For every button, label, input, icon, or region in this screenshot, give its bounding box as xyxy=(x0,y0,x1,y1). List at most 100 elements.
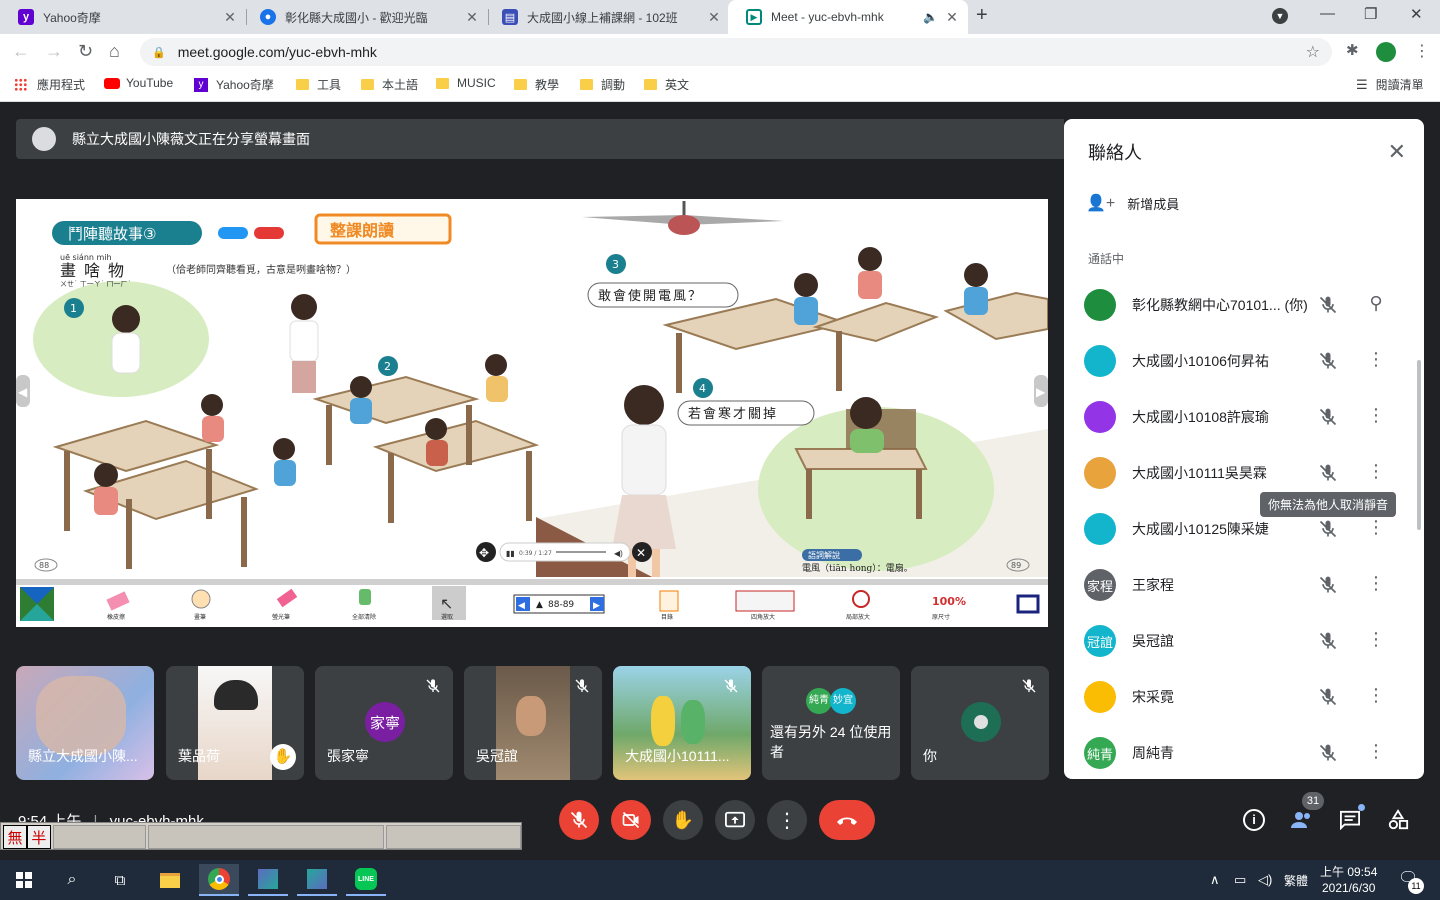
participant-tile[interactable]: 縣立大成國小陳... xyxy=(16,666,154,780)
participant-row[interactable]: 大成國小10106何昇祐 ⋮ xyxy=(1084,339,1404,383)
mic-off-icon[interactable] xyxy=(1318,631,1338,651)
back-icon[interactable]: ← xyxy=(12,41,30,62)
address-bar[interactable]: 🔒 meet.google.com/yuc-ebvh-mhk ☆ xyxy=(140,38,1332,66)
more-vert-icon[interactable]: ⋮ xyxy=(1366,349,1386,373)
mic-off-icon[interactable] xyxy=(1318,743,1338,763)
bookmark-folder-tools[interactable]: 工具 xyxy=(296,76,341,93)
home-icon[interactable]: ⌂ xyxy=(109,41,120,62)
more-vert-icon[interactable]: ⋮ xyxy=(1366,629,1386,653)
participant-name: 周純青 xyxy=(1132,745,1174,761)
participant-row[interactable]: 大成國小10111吳昊霖 ⋮ xyxy=(1084,451,1404,495)
close-tab-icon[interactable]: ✕ xyxy=(944,9,960,26)
input-language[interactable]: 繁體 xyxy=(1284,872,1308,889)
prompt-question: （佮老師同齊聽看覓，古意是咧畫啥物？） xyxy=(166,263,356,276)
raise-hand-button[interactable]: ✋ xyxy=(663,800,703,840)
new-tab-button[interactable]: + xyxy=(976,4,988,27)
participant-row[interactable]: 純青 周純青 ⋮ xyxy=(1084,731,1404,775)
file-explorer-icon[interactable] xyxy=(150,864,190,896)
app-icon[interactable] xyxy=(248,864,288,896)
profile-avatar[interactable] xyxy=(1376,42,1396,62)
ime-mode-key[interactable]: 無 xyxy=(3,825,27,849)
ime-width-key[interactable]: 半 xyxy=(26,825,51,849)
participant-row[interactable]: 大成國小10108許宸瑜 ⋮ xyxy=(1084,395,1404,439)
minimize-button[interactable]: — xyxy=(1320,5,1335,22)
ime-toolbar[interactable]: 無 半 xyxy=(0,822,522,850)
participant-row[interactable]: 宋采霓 ⋮ xyxy=(1084,675,1404,719)
close-tab-icon[interactable]: ✕ xyxy=(464,9,480,26)
more-vert-icon[interactable]: ⋮ xyxy=(1366,405,1386,429)
mic-off-icon[interactable] xyxy=(1318,575,1338,595)
more-participants-tile[interactable]: 純青 妙宜 還有另外 24 位使用者 xyxy=(762,666,900,780)
participant-avatar: 冠誼 xyxy=(1084,625,1116,657)
mic-off-icon[interactable] xyxy=(1318,519,1338,539)
extensions-icon[interactable]: ✱ xyxy=(1346,41,1359,59)
start-button[interactable] xyxy=(4,864,44,896)
bookmark-folder-transfer[interactable]: 調動 xyxy=(580,76,625,93)
tab-school-site[interactable]: ● 彰化縣大成國小 - 歡迎光臨 ✕ xyxy=(242,0,488,34)
browser-menu-icon[interactable]: ⋮ xyxy=(1414,41,1430,61)
bookmark-folder-english[interactable]: 英文 xyxy=(644,76,689,93)
more-vert-icon[interactable]: ⋮ xyxy=(1366,741,1386,765)
camera-toggle-button[interactable] xyxy=(611,800,651,840)
panel-scrollbar[interactable] xyxy=(1417,360,1421,530)
mic-off-icon[interactable] xyxy=(1318,407,1338,427)
pin-icon[interactable]: ⚲ xyxy=(1366,293,1386,317)
shared-screen[interactable]: 鬥陣聽故事③ 整課朗讀 uē siánn mih 畫啥物 ㄨㄝ˙ ㄒ一ㄚ˙ ㄇ一… xyxy=(16,199,1048,627)
people-button[interactable]: 31 xyxy=(1282,792,1324,840)
mic-toggle-button[interactable] xyxy=(559,800,599,840)
participant-tile[interactable]: 吳冠誼 xyxy=(464,666,602,780)
bookmark-folder-teaching[interactable]: 教學 xyxy=(514,76,559,93)
chrome-icon[interactable] xyxy=(199,864,239,896)
participant-row[interactable]: 家程 王家程 ⋮ xyxy=(1084,563,1404,607)
bookmark-apps[interactable]: 應用程式 xyxy=(14,76,85,93)
tab-class-site[interactable]: ▤ 大成國小線上補課網 - 102班 ✕ xyxy=(484,0,730,34)
participant-row[interactable]: 彰化縣教網中心70101... (你) ⚲ xyxy=(1084,283,1404,327)
clock[interactable]: 上午 09:54 2021/6/30 xyxy=(1320,864,1377,896)
tab-meet[interactable]: ▶ Meet - yuc-ebvh-mhk 🔈 ✕ xyxy=(728,0,968,34)
forward-icon[interactable]: → xyxy=(45,41,63,62)
tray-chevron-icon[interactable]: ∧ xyxy=(1210,872,1220,888)
speaker-icon[interactable]: 🔈 xyxy=(923,10,938,24)
self-tile[interactable]: 你 xyxy=(911,666,1049,780)
mic-off-icon[interactable] xyxy=(1318,295,1338,315)
meeting-info-button[interactable]: i xyxy=(1234,800,1274,840)
app-icon[interactable] xyxy=(297,864,337,896)
participant-tile[interactable]: 大成國小10111... xyxy=(613,666,751,780)
activities-button[interactable] xyxy=(1378,800,1418,840)
participant-row[interactable]: 冠誼 吳冠誼 ⋮ xyxy=(1084,619,1404,663)
more-options-button[interactable]: ⋮ xyxy=(767,800,807,840)
bookmark-yahoo[interactable]: y Yahoo奇摩 xyxy=(194,76,274,93)
network-icon[interactable]: ▭ xyxy=(1234,872,1246,888)
close-panel-icon[interactable]: ✕ xyxy=(1388,139,1406,165)
more-vert-icon[interactable]: ⋮ xyxy=(1366,461,1386,485)
line-icon[interactable]: LINE xyxy=(346,864,386,896)
task-view-icon[interactable]: ⧉ xyxy=(100,864,140,896)
chat-button[interactable] xyxy=(1330,800,1370,840)
close-window-button[interactable]: ✕ xyxy=(1410,5,1423,23)
maximize-button[interactable]: ❐ xyxy=(1364,5,1377,23)
participant-tile[interactable]: 家寧 張家寧 xyxy=(315,666,453,780)
reading-list[interactable]: ☰ 閱讀清單 xyxy=(1356,76,1424,93)
participant-tile[interactable]: 葉品荷 ✋ xyxy=(166,666,304,780)
tab-yahoo[interactable]: y Yahoo奇摩 ✕ xyxy=(0,0,246,34)
notification-center[interactable]: 🗨 11 xyxy=(1398,868,1424,894)
volume-icon[interactable]: ◁) xyxy=(1258,872,1272,888)
leave-call-button[interactable] xyxy=(819,800,875,840)
add-people-button[interactable]: 👤+ 新增成員 xyxy=(1086,193,1179,213)
bookmark-star-icon[interactable]: ☆ xyxy=(1306,42,1320,62)
search-icon[interactable]: ⌕ xyxy=(52,864,92,896)
mic-off-icon[interactable] xyxy=(1318,351,1338,371)
close-tab-icon[interactable]: ✕ xyxy=(222,9,238,26)
more-vert-icon[interactable]: ⋮ xyxy=(1366,573,1386,597)
tab-search-icon[interactable]: ▼ xyxy=(1272,8,1288,24)
bookmark-folder-local-language[interactable]: 本土語 xyxy=(361,76,418,93)
present-button[interactable] xyxy=(715,800,755,840)
mic-off-icon[interactable] xyxy=(1318,687,1338,707)
reload-icon[interactable]: ↻ xyxy=(78,41,93,62)
bookmark-youtube[interactable]: YouTube xyxy=(104,76,173,90)
bookmark-folder-music[interactable]: MUSIC xyxy=(436,76,496,90)
mic-off-icon[interactable] xyxy=(1318,463,1338,483)
more-vert-icon[interactable]: ⋮ xyxy=(1366,685,1386,709)
close-tab-icon[interactable]: ✕ xyxy=(706,9,722,26)
more-vert-icon[interactable]: ⋮ xyxy=(1366,517,1386,541)
